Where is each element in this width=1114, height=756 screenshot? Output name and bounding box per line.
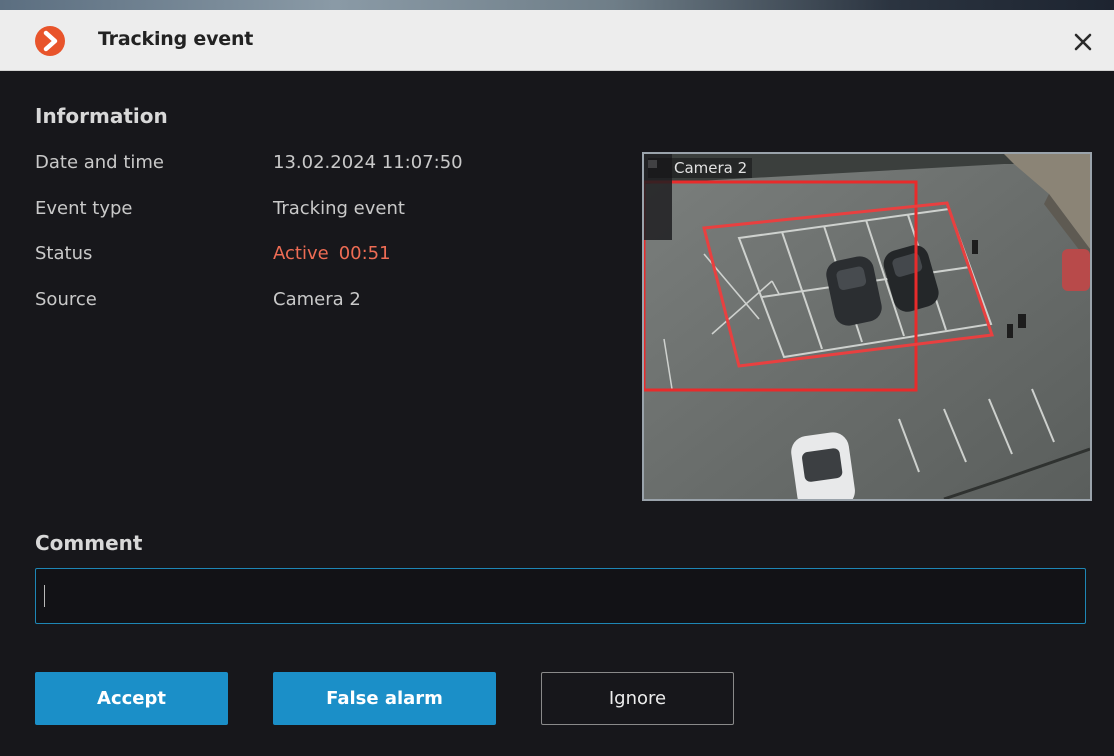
background-window-strip <box>0 0 1114 10</box>
camera-snapshot[interactable]: Camera 2 <box>642 152 1092 501</box>
close-button[interactable] <box>1068 28 1098 56</box>
dialog-title-bar: Tracking event <box>0 10 1114 71</box>
false-alarm-button[interactable]: False alarm <box>273 672 496 725</box>
camera-name-tag: Camera 2 <box>648 158 753 178</box>
information-heading: Information <box>35 104 168 128</box>
status-timer: 00:51 <box>338 243 391 264</box>
close-icon <box>1074 33 1092 51</box>
camera-icon <box>648 160 657 168</box>
text-caret <box>44 585 45 607</box>
ignore-button[interactable]: Ignore <box>541 672 734 725</box>
event-type-value: Tracking event <box>273 198 405 219</box>
comment-input[interactable] <box>35 568 1086 624</box>
source-label: Source <box>35 289 97 310</box>
camera-scene <box>644 154 1090 499</box>
accept-button[interactable]: Accept <box>35 672 228 725</box>
date-time-value: 13.02.2024 11:07:50 <box>273 152 463 173</box>
source-value[interactable]: Camera 2 <box>273 289 361 310</box>
dialog-title: Tracking event <box>98 28 254 50</box>
app-logo-arrow-icon <box>35 26 65 56</box>
comment-heading: Comment <box>35 531 143 555</box>
status-text: Active <box>273 243 329 264</box>
camera-name: Camera 2 <box>674 159 748 177</box>
event-type-label: Event type <box>35 198 133 219</box>
status-value: Active 00:51 <box>273 243 391 264</box>
status-label: Status <box>35 243 93 264</box>
date-time-label: Date and time <box>35 152 164 173</box>
